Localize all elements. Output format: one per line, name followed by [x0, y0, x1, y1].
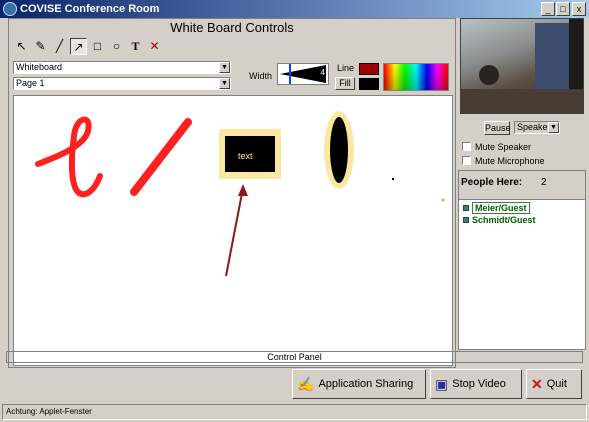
fill-color-swatch[interactable]: [359, 78, 379, 90]
chevron-down-icon: ▼: [548, 122, 559, 133]
close-button[interactable]: x: [572, 2, 586, 16]
user-icon: [463, 204, 469, 211]
width-label: Width: [249, 71, 273, 81]
user-icon: [463, 216, 469, 223]
people-panel: People Here: 2 Meier/Guest Schmidt/Guest: [458, 170, 586, 350]
board-select-value: Whiteboard: [16, 62, 63, 72]
dot-mark: [392, 178, 394, 180]
status-bar: Achtung: Applet-Fenster: [2, 404, 587, 420]
video-camera-icon: ▣: [435, 375, 449, 392]
quit-button[interactable]: ✕ Quit: [526, 369, 582, 399]
line-label: Line: [337, 63, 355, 73]
mute-microphone-option[interactable]: Mute Microphone: [462, 154, 545, 167]
speaker-select-value: Speaker: [517, 122, 551, 132]
list-item[interactable]: Schmidt/Guest: [463, 214, 536, 225]
whiteboard-header: White Board Controls: [170, 20, 294, 35]
minimize-button[interactable]: _: [541, 2, 555, 16]
mute-speaker-checkbox[interactable]: [462, 142, 471, 151]
pen-icon[interactable]: ✎: [32, 38, 49, 55]
sharing-icon: ✍: [297, 375, 315, 392]
fill-button[interactable]: Fill: [335, 77, 355, 90]
video-panel: Pause Speaker ▼ Mute Speaker Mute Microp…: [458, 18, 586, 188]
arrow-head: [238, 184, 248, 196]
speaker-select[interactable]: Speaker ▼: [514, 121, 560, 134]
whiteboard-panel: White Board Controls ↖ ✎ ╱ ↗ □ ○ T ✕ Whi…: [8, 18, 456, 368]
color-palette[interactable]: [383, 63, 449, 91]
conference-window: White Board Controls ↖ ✎ ╱ ↗ □ ○ T ✕ Whi…: [2, 18, 587, 420]
line-stroke: [130, 118, 192, 196]
application-sharing-label: Application Sharing: [318, 378, 414, 390]
quit-label: Quit: [546, 378, 567, 390]
quit-icon: ✕: [531, 375, 543, 392]
whiteboard-canvas[interactable]: text: [13, 95, 453, 366]
chevron-down-icon: ▼: [219, 78, 230, 89]
ellipse-shape: [330, 117, 348, 183]
video-feed: [460, 18, 584, 114]
arrow-line: [225, 187, 244, 277]
arrow-icon[interactable]: ↗: [70, 38, 87, 55]
canvas-drawing: [35, 111, 445, 277]
mute-microphone-checkbox[interactable]: [462, 156, 471, 165]
maximize-button[interactable]: □: [556, 2, 570, 16]
window-title: COVISE Conference Room: [20, 3, 160, 15]
mute-speaker-option[interactable]: Mute Speaker: [462, 140, 531, 153]
people-header: People Here:: [461, 177, 523, 188]
line-icon[interactable]: ╱: [51, 38, 68, 55]
people-list[interactable]: Meier/Guest Schmidt/Guest: [459, 199, 585, 349]
board-select[interactable]: Whiteboard ▼: [13, 61, 231, 74]
erase-icon[interactable]: ✕: [146, 38, 163, 55]
pause-button[interactable]: Pause: [484, 121, 511, 135]
freehand-stroke: [35, 116, 103, 198]
person-name: Schmidt/Guest: [472, 214, 536, 225]
people-count: 2: [541, 177, 547, 188]
rectangle-icon[interactable]: □: [89, 38, 106, 55]
chevron-down-icon: ▼: [219, 62, 230, 73]
application-sharing-button[interactable]: ✍ Application Sharing: [292, 369, 426, 399]
title-bar: COVISE Conference Room _ □ x: [0, 0, 589, 18]
stop-video-button[interactable]: ▣ Stop Video: [430, 369, 522, 399]
page-select[interactable]: Page 1 ▼: [13, 77, 231, 90]
text-box-label: text: [238, 151, 253, 161]
list-item[interactable]: Meier/Guest: [463, 201, 530, 214]
text-icon[interactable]: T: [127, 38, 144, 55]
dot-mark: [441, 198, 445, 202]
control-panel-bar[interactable]: Control Panel: [6, 351, 583, 363]
width-value: 4: [320, 68, 325, 77]
mute-microphone-label: Mute Microphone: [475, 155, 545, 166]
app-icon: [3, 2, 17, 16]
video-image: [461, 19, 583, 113]
line-color-swatch[interactable]: [359, 63, 379, 75]
ellipse-icon[interactable]: ○: [108, 38, 125, 55]
mute-speaker-label: Mute Speaker: [475, 141, 532, 152]
width-slider[interactable]: 4: [277, 63, 329, 85]
person-name: Meier/Guest: [472, 201, 530, 214]
select-arrow-icon[interactable]: ↖: [13, 38, 30, 55]
page-select-value: Page 1: [16, 78, 45, 88]
stop-video-label: Stop Video: [452, 378, 506, 390]
